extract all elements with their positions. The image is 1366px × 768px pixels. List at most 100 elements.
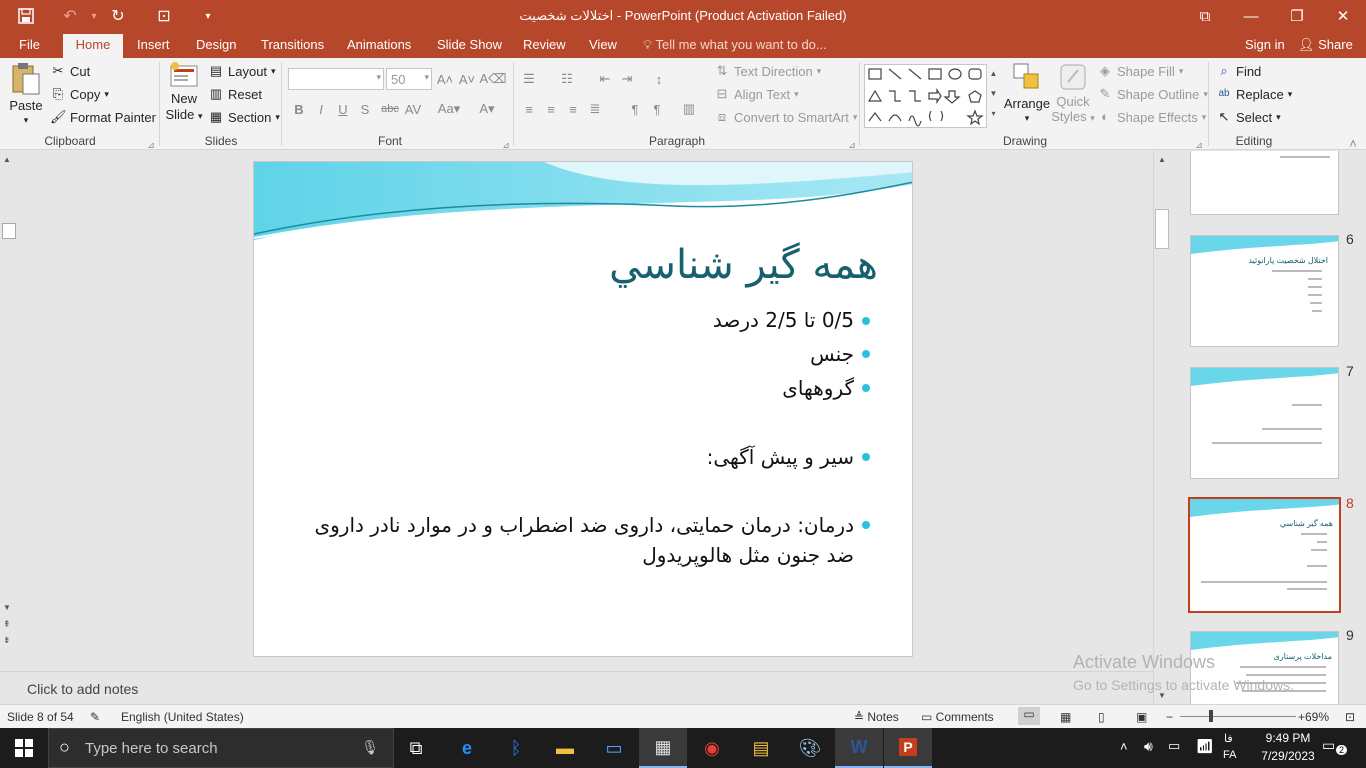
- slide-thumbnail-selected[interactable]: همه گیر شناسي: [1188, 497, 1341, 613]
- paste-button[interactable]: Paste ▾: [8, 62, 44, 126]
- font-name-dropdown-icon[interactable]: ▾: [376, 72, 381, 83]
- powerpoint-icon[interactable]: P: [884, 728, 932, 768]
- bullet-2[interactable]: جنس: [810, 339, 854, 369]
- convert-smartart-button[interactable]: ⧈ Convert to SmartArt ▾: [714, 109, 858, 125]
- align-right-icon[interactable]: ≡: [564, 100, 582, 118]
- microphone-icon[interactable]: 🎙︎: [361, 739, 379, 756]
- collapse-ribbon-icon[interactable]: ˄: [1344, 134, 1362, 152]
- layout-button[interactable]: ▤ Layout ▾: [208, 63, 276, 79]
- close-button[interactable]: ✕: [1320, 0, 1366, 32]
- character-spacing-icon[interactable]: AV: [404, 100, 422, 118]
- shape-outline-button[interactable]: ✎ Shape Outline ▾: [1097, 86, 1208, 102]
- change-case-icon[interactable]: Aa▾: [436, 100, 462, 118]
- rtl-direction-icon[interactable]: ¶: [648, 100, 666, 118]
- show-hidden-icons[interactable]: ˄: [1120, 739, 1128, 754]
- scroll-thumb[interactable]: [2, 223, 16, 239]
- reading-view-icon[interactable]: ▯: [1098, 710, 1105, 724]
- slide-title[interactable]: همه گیر شناسي: [609, 242, 878, 288]
- bold-button[interactable]: B: [290, 100, 308, 118]
- shapes-gallery-scroll[interactable]: ▲ ▼ ▾: [986, 64, 1000, 128]
- slide[interactable]: همه گیر شناسي 0/5 تا 2/5 درصد جنس گروهها…: [253, 161, 913, 657]
- comments-toggle[interactable]: ▭ Comments: [921, 710, 994, 724]
- decrease-indent-icon[interactable]: ⇤: [596, 70, 614, 88]
- shrink-font-icon[interactable]: A˅: [458, 70, 476, 88]
- scroll-up-icon[interactable]: ▲: [1158, 155, 1166, 164]
- select-button[interactable]: ↖ Select ▾: [1216, 109, 1281, 125]
- align-text-button[interactable]: ⊟ Align Text ▾: [714, 86, 799, 102]
- winrar-icon[interactable]: ▤: [737, 728, 785, 768]
- clock-time[interactable]: 9:49 PM: [1258, 731, 1318, 745]
- font-size-dropdown-icon[interactable]: ▾: [424, 72, 429, 83]
- edge-browser-icon[interactable]: e: [443, 728, 491, 768]
- zoom-in-icon[interactable]: +: [1298, 710, 1305, 724]
- text-shadow-button[interactable]: S: [356, 100, 374, 118]
- quick-styles-button[interactable]: Quick Styles ▾: [1051, 62, 1095, 124]
- slideshow-icon[interactable]: ▣: [1136, 710, 1147, 724]
- bullet-3[interactable]: گروههای: [782, 373, 854, 403]
- computer-app-icon[interactable]: ▭: [590, 728, 638, 768]
- strikethrough-button[interactable]: abc: [378, 100, 402, 118]
- tab-slideshow[interactable]: Slide Show: [437, 37, 502, 58]
- line-spacing-icon[interactable]: ↕: [650, 70, 668, 88]
- format-painter-button[interactable]: 🖌︎ Format Painter: [50, 109, 156, 125]
- slide-scrollbar[interactable]: ▲ ▼: [1153, 151, 1170, 704]
- bullet-5[interactable]: درمان: درمان حمایتی، داروی ضد اضطراب و د…: [314, 510, 854, 540]
- scroll-up-icon[interactable]: ▲: [3, 155, 11, 164]
- cut-button[interactable]: ✂ Cut: [50, 63, 91, 79]
- text-direction-button[interactable]: ⇅ Text Direction ▾: [714, 63, 822, 79]
- numbering-icon[interactable]: ☷: [558, 70, 576, 88]
- network-icon[interactable]: 📶︎: [1196, 738, 1214, 755]
- find-button[interactable]: ⌕ Find: [1216, 63, 1261, 79]
- tell-me-box[interactable]: 💡︎ Tell me what you want to do...: [643, 37, 827, 53]
- battery-icon[interactable]: ▭: [1168, 738, 1180, 754]
- replace-button[interactable]: ab Replace ▾: [1216, 86, 1292, 102]
- bullets-icon[interactable]: ☰: [520, 70, 538, 88]
- tab-review[interactable]: Review: [523, 37, 566, 58]
- tab-file[interactable]: File: [19, 37, 40, 58]
- minimize-button[interactable]: —: [1228, 0, 1274, 32]
- notes-toggle[interactable]: ≜ Notes: [854, 710, 899, 724]
- zoom-level[interactable]: 69%: [1305, 710, 1329, 724]
- zoom-out-icon[interactable]: −: [1166, 710, 1173, 724]
- paint-icon[interactable]: 🎨︎: [786, 728, 834, 768]
- scroll-thumb[interactable]: [1155, 209, 1169, 249]
- align-left-icon[interactable]: ≡: [520, 100, 538, 118]
- taskbar-search-box[interactable]: ○ Type here to search 🎙︎: [48, 728, 394, 768]
- align-center-icon[interactable]: ≡: [542, 100, 560, 118]
- slide-thumbnail[interactable]: [1190, 367, 1339, 479]
- action-center-icon[interactable]: ▭: [1322, 737, 1335, 754]
- arrange-button[interactable]: Arrange ▾: [1004, 62, 1050, 124]
- copy-button[interactable]: ⎘ Copy ▾: [50, 86, 109, 102]
- zoom-slider-track[interactable]: [1180, 716, 1296, 717]
- share-button[interactable]: 👤︎ Share: [1298, 37, 1353, 58]
- next-slide-icon[interactable]: ⇟: [3, 635, 11, 646]
- maximize-button[interactable]: ❐: [1274, 0, 1320, 32]
- clear-formatting-icon[interactable]: A⌫: [479, 70, 506, 88]
- tab-insert[interactable]: Insert: [137, 37, 170, 58]
- file-explorer-icon[interactable]: ▬: [541, 728, 589, 768]
- bullet-5-continued[interactable]: ضد جنون مثل هالوپریدول: [642, 540, 854, 570]
- reset-button[interactable]: ▥ Reset: [208, 86, 262, 102]
- tab-design[interactable]: Design: [196, 37, 236, 58]
- font-color-icon[interactable]: A▾: [478, 100, 496, 118]
- sign-in-link[interactable]: Sign in: [1245, 37, 1285, 58]
- normal-view-icon[interactable]: ▭: [1018, 707, 1040, 725]
- slide-thumbnail[interactable]: [1190, 151, 1339, 215]
- italic-button[interactable]: I: [312, 100, 330, 118]
- slide-thumbnail[interactable]: اختلال شخصیت پارانوئید: [1190, 235, 1339, 347]
- justify-icon[interactable]: ≣: [586, 100, 604, 118]
- input-language[interactable]: FA: [1223, 749, 1236, 761]
- clock-date[interactable]: 7/29/2023: [1254, 749, 1322, 763]
- notes-placeholder[interactable]: Click to add notes: [27, 681, 138, 697]
- zoom-slider-thumb[interactable]: [1209, 710, 1213, 722]
- chrome-icon[interactable]: ◉: [688, 728, 736, 768]
- underline-button[interactable]: U: [334, 100, 352, 118]
- tab-view[interactable]: View: [589, 37, 617, 58]
- task-view-icon[interactable]: ⧉: [392, 728, 440, 768]
- ltr-direction-icon[interactable]: ¶: [626, 100, 644, 118]
- grow-font-icon[interactable]: A˄: [436, 70, 454, 88]
- bluetooth-icon[interactable]: ᛒ: [492, 728, 540, 768]
- section-button[interactable]: ▦ Section ▾: [208, 109, 280, 125]
- media-app-icon[interactable]: ▦: [639, 728, 687, 768]
- bullet-4[interactable]: سیر و پیش آگهی:: [707, 442, 854, 472]
